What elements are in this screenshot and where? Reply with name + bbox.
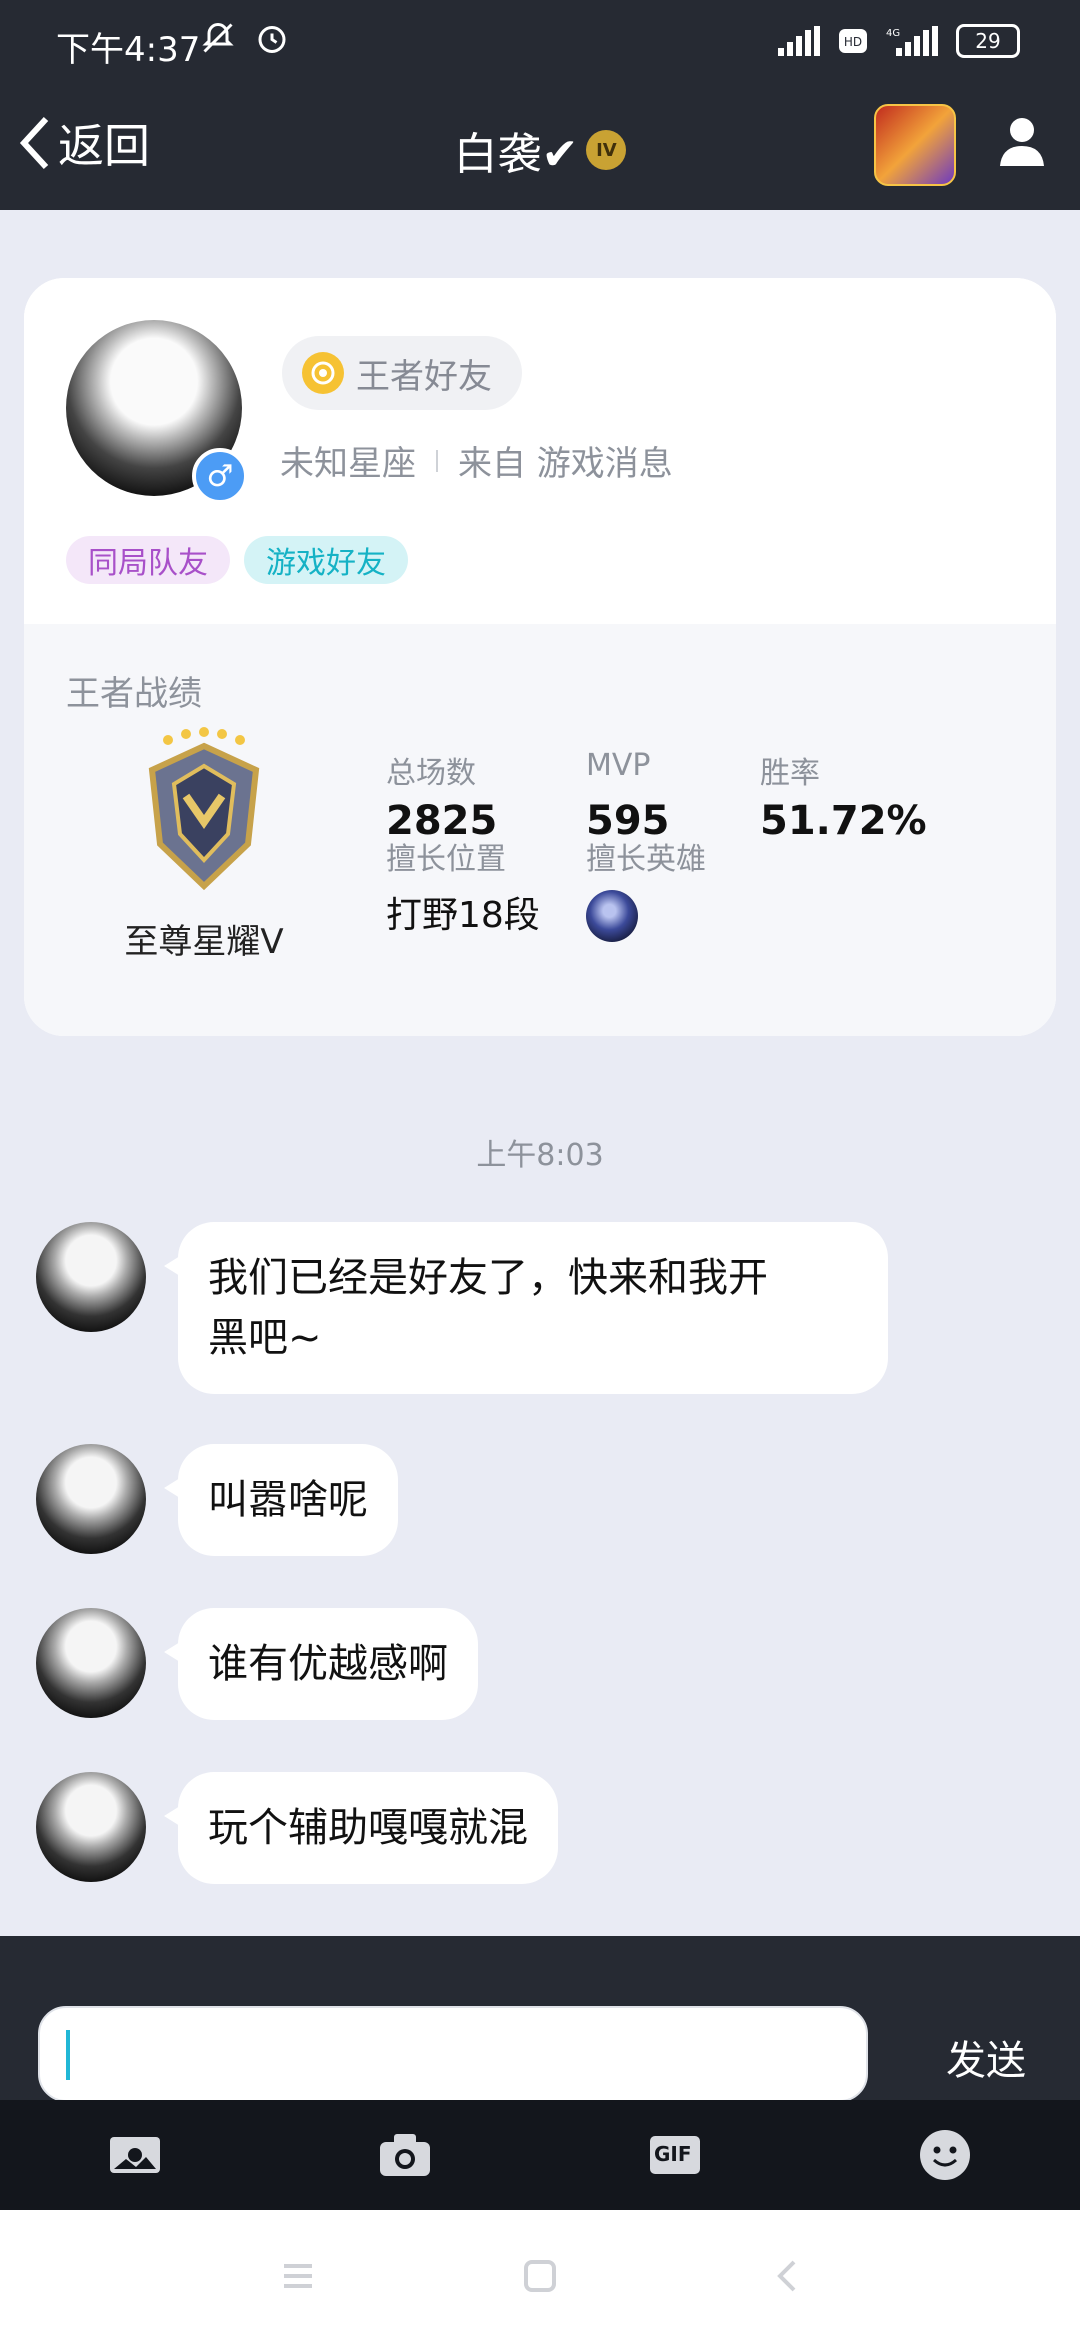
svg-text:HD: HD bbox=[844, 35, 862, 49]
alarm-icon bbox=[258, 26, 286, 53]
position-value: 打野18段 bbox=[386, 895, 540, 936]
message-input[interactable] bbox=[38, 2006, 868, 2102]
divider bbox=[436, 449, 438, 472]
status-icons-left bbox=[200, 20, 290, 56]
home-icon[interactable] bbox=[520, 2256, 560, 2296]
emoji-icon bbox=[920, 2130, 970, 2180]
message-bubble[interactable]: 叫嚣啥呢 bbox=[164, 1444, 398, 1556]
back-nav-icon[interactable] bbox=[768, 2256, 808, 2296]
hero-label: 擅长英雄 bbox=[586, 842, 706, 877]
message-bubble[interactable]: 我们已经是好友了，快来和我开 黑吧~ bbox=[164, 1222, 888, 1394]
profile-header: ♂ 王者好友 未知星座 来自 游戏消息 同局队友 游戏好友 bbox=[24, 278, 1056, 624]
signal-4g-icon: 4G bbox=[886, 26, 938, 56]
mute-bell-icon bbox=[202, 22, 234, 53]
battery-indicator: 29 bbox=[956, 24, 1020, 58]
friend-badge-label: 王者好友 bbox=[356, 356, 492, 397]
svg-text:4G: 4G bbox=[886, 28, 900, 39]
send-button[interactable]: 发送 bbox=[946, 2028, 1026, 2086]
win-rate-value: 51.72% bbox=[760, 798, 927, 844]
gender-male-icon: ♂ bbox=[192, 448, 248, 504]
tag-game-friend: 游戏好友 bbox=[244, 536, 408, 584]
game-app-icon[interactable] bbox=[874, 104, 956, 186]
message-text: 玩个辅助嘎嘎就混 bbox=[208, 1805, 528, 1851]
person-icon[interactable] bbox=[994, 112, 1050, 168]
chat-timestamp: 上午8:03 bbox=[476, 1138, 604, 1173]
message-bubble[interactable]: 谁有优越感啊 bbox=[164, 1608, 478, 1720]
message-text: 叫嚣啥呢 bbox=[208, 1477, 368, 1523]
hero-avatar[interactable] bbox=[586, 890, 638, 942]
text-cursor bbox=[66, 2030, 70, 2080]
zodiac-label: 未知星座 bbox=[280, 444, 416, 484]
avatar[interactable] bbox=[36, 1772, 146, 1882]
message-text: 谁有优越感啊 bbox=[208, 1641, 448, 1687]
status-time: 下午4:37 bbox=[56, 30, 201, 70]
signal-icon bbox=[778, 26, 820, 56]
composer-toolbar: GIF bbox=[0, 2100, 1080, 2210]
rank-emblem-icon bbox=[148, 727, 260, 891]
avatar[interactable] bbox=[36, 1444, 146, 1554]
total-games-label: 总场数 bbox=[386, 756, 476, 791]
message-bubble[interactable]: 玩个辅助嘎嘎就混 bbox=[164, 1772, 558, 1884]
stats-title: 王者战绩 bbox=[66, 674, 202, 714]
tag-teammate: 同局队友 bbox=[66, 536, 230, 584]
image-button[interactable] bbox=[108, 2128, 162, 2182]
menu-icon[interactable] bbox=[278, 2256, 318, 2296]
source-label: 来自 游戏消息 bbox=[458, 444, 673, 484]
gif-label: GIF bbox=[654, 2142, 692, 2166]
avatar[interactable] bbox=[36, 1608, 146, 1718]
camera-icon bbox=[380, 2134, 430, 2176]
game-stats[interactable]: 王者战绩 至尊星耀V 总场数 2825 MVP 595 胜率 51.72% 擅长… bbox=[24, 624, 1056, 1036]
win-rate-label: 胜率 bbox=[760, 756, 820, 791]
rank-badge-icon: IV bbox=[586, 130, 627, 170]
camera-button[interactable] bbox=[378, 2128, 432, 2182]
message-text: 我们已经是好友了，快来和我开 bbox=[208, 1255, 768, 1301]
tag-list: 同局队友 游戏好友 bbox=[66, 536, 408, 584]
position-label: 擅长位置 bbox=[386, 842, 506, 877]
profile-card: ♂ 王者好友 未知星座 来自 游戏消息 同局队友 游戏好友 王者战绩 至尊星耀V… bbox=[24, 278, 1056, 1036]
rank-name: 至尊星耀V bbox=[124, 922, 284, 962]
nav-bar: 返回 白袭✔ IV bbox=[0, 78, 1080, 210]
profile-info: 未知星座 来自 游戏消息 bbox=[280, 436, 673, 485]
friend-badge: 王者好友 bbox=[282, 336, 522, 410]
message-row: 玩个辅助嘎嘎就混 bbox=[36, 1772, 558, 1884]
status-icons-right: HD 4G 29 bbox=[778, 24, 1020, 58]
message-row: 谁有优越感啊 bbox=[36, 1608, 478, 1720]
gif-button[interactable]: GIF bbox=[648, 2128, 702, 2182]
message-row: 我们已经是好友了，快来和我开 黑吧~ bbox=[36, 1222, 888, 1394]
friend-badge-icon bbox=[302, 352, 344, 394]
message-text: 黑吧~ bbox=[208, 1315, 322, 1361]
contact-name: 白袭✔ bbox=[453, 129, 579, 180]
hd-icon: HD bbox=[839, 29, 867, 53]
avatar[interactable] bbox=[36, 1222, 146, 1332]
mvp-label: MVP bbox=[586, 748, 651, 783]
emoji-button[interactable] bbox=[918, 2128, 972, 2182]
image-icon bbox=[110, 2137, 160, 2173]
message-row: 叫嚣啥呢 bbox=[36, 1444, 398, 1556]
system-nav-bar bbox=[0, 2210, 1080, 2340]
status-bar: 下午4:37 HD 4G 29 bbox=[0, 0, 1080, 78]
message-composer: 发送 bbox=[0, 1936, 1080, 2102]
